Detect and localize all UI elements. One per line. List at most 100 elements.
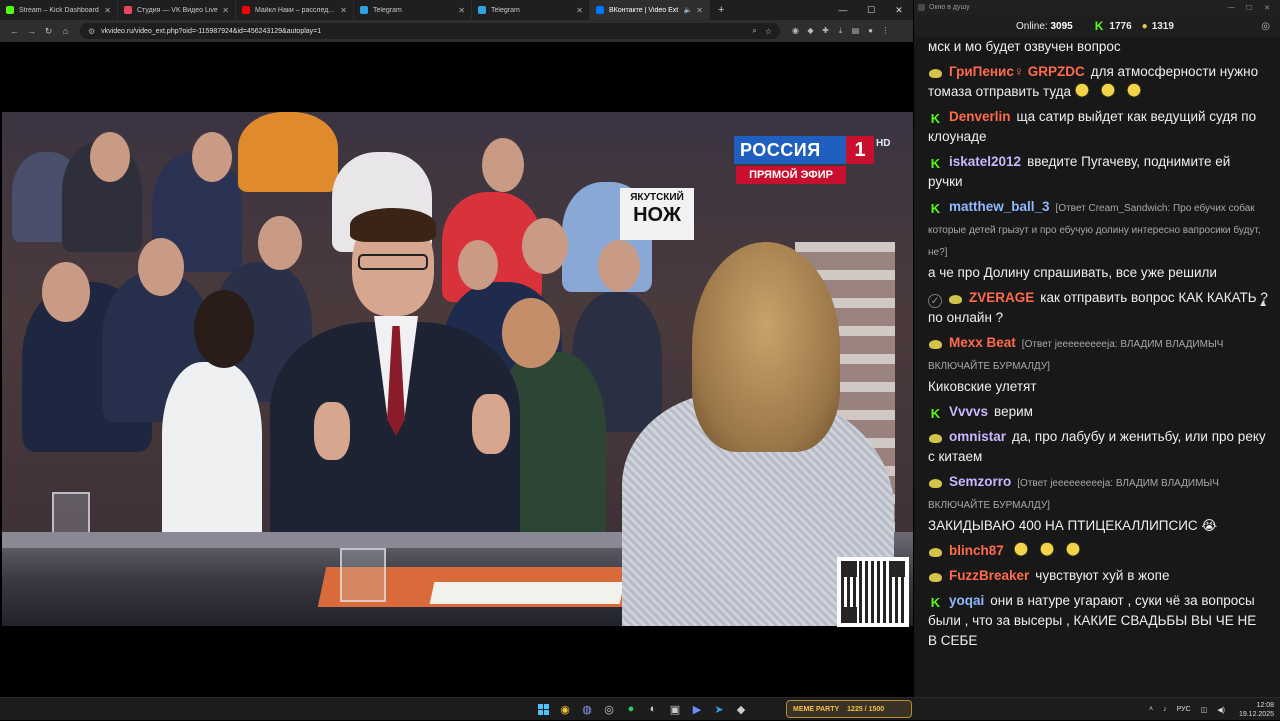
browser-tab[interactable]: Студия — VK Видео Live ✕ bbox=[118, 0, 236, 20]
steam-icon[interactable]: ◎ bbox=[598, 700, 620, 718]
site-info-icon[interactable]: ⚙ bbox=[88, 27, 95, 36]
chat-message[interactable]: мск и мо будет озвучен вопрос bbox=[928, 37, 1268, 57]
browser-tab[interactable]: Stream – Kick Dashboard ✕ bbox=[0, 0, 118, 20]
settings-icon[interactable]: ◎ bbox=[1261, 21, 1270, 32]
chat-username[interactable]: Mexx Beat bbox=[949, 335, 1016, 350]
chat-message[interactable]: K Vvvvs верим bbox=[928, 402, 1268, 422]
chat-username[interactable]: ГриПенис♀ GRPZDC bbox=[949, 64, 1085, 79]
audience-head bbox=[458, 240, 498, 290]
back-icon[interactable]: ← bbox=[6, 26, 23, 36]
chat-message[interactable]: Kyoqai они в натуре угарают , суки чё за … bbox=[928, 591, 1268, 651]
url-text: vkvideo.ru/video_ext.php?oid=-115987924&… bbox=[101, 27, 322, 35]
tab-close-icon[interactable]: ✕ bbox=[576, 6, 583, 15]
taskbar-apps: ◉ ◍ ◎ ● ◐ ▣ ▶ ➤ ◆ bbox=[532, 700, 752, 718]
minimize-icon[interactable]: — bbox=[829, 0, 857, 20]
sidebar-icon[interactable]: ▤ bbox=[848, 26, 863, 36]
volume-icon[interactable]: ◀) bbox=[1217, 706, 1225, 714]
bookmark-star-icon[interactable]: ☆ bbox=[765, 27, 772, 36]
tray-chevron-icon[interactable]: ˄ bbox=[1149, 706, 1153, 713]
tab-label: ВКонтакте | Video Ext bbox=[609, 6, 679, 14]
tab-close-icon[interactable]: ✕ bbox=[458, 6, 465, 15]
browser-tab[interactable]: Майкл Наки – расследования ✕ bbox=[236, 0, 354, 20]
video-player[interactable]: ЯКУТСКИЙ НОЖ РОССИЯ 1 HD ПРЯМОЙ ЭФИР bbox=[0, 42, 913, 697]
audience-head bbox=[194, 290, 254, 368]
tab-close-icon[interactable]: ✕ bbox=[222, 6, 229, 15]
chat-message[interactable]: K Denverlin ща сатир выйдет как ведущий су… bbox=[928, 107, 1268, 147]
chat-message[interactable]: blinch87 bbox=[928, 541, 1268, 561]
live-label: ПРЯМОЙ ЭФИР bbox=[736, 166, 846, 184]
chat-username[interactable]: Denverlin bbox=[949, 109, 1011, 124]
menu-icon[interactable]: ⋮ bbox=[878, 26, 893, 36]
tab-close-icon[interactable]: ✕ bbox=[696, 6, 703, 15]
minimize-icon[interactable]: — bbox=[1222, 4, 1240, 12]
extension-icon[interactable]: ◉ bbox=[788, 26, 803, 36]
home-icon[interactable]: ⌂ bbox=[57, 26, 74, 36]
new-tab-button[interactable]: + bbox=[718, 4, 724, 16]
zoom-icon[interactable]: ⌕ bbox=[752, 26, 756, 36]
language-indicator[interactable]: РУС bbox=[1177, 706, 1191, 713]
chat-message[interactable]: ГриПенис♀ GRPZDC для атмосферности нужно … bbox=[928, 62, 1268, 102]
extension-icon[interactable]: ◆ bbox=[803, 26, 818, 36]
media-player-icon[interactable]: ▶ bbox=[686, 700, 708, 718]
spotify-icon[interactable]: ● bbox=[620, 700, 642, 718]
chat-message[interactable]: omnistar да, про лабубу и женитьбу, или п… bbox=[928, 427, 1268, 467]
chat-username[interactable]: matthew_ball_3 bbox=[949, 199, 1050, 214]
tab-close-icon[interactable]: ✕ bbox=[340, 6, 347, 15]
browser-tab[interactable]: Telegram ✕ bbox=[472, 0, 590, 20]
chat-username[interactable]: Vvvvs bbox=[949, 404, 988, 419]
chat-window-controls: — ☐ ✕ bbox=[1222, 4, 1276, 12]
reload-icon[interactable]: ↻ bbox=[40, 26, 57, 37]
chat-message[interactable]: Mexx Beat [Ответ jeeeeeeeeeja: ВЛАДИМ ВЛА… bbox=[928, 333, 1268, 397]
microphone-icon[interactable]: ♪ bbox=[1163, 706, 1167, 713]
chat-message[interactable]: Semzorro [Ответ jeeeeeeeeeja: ВЛАДИМ ВЛАД… bbox=[928, 472, 1268, 536]
start-button[interactable] bbox=[532, 700, 554, 718]
chat-username[interactable]: FuzzBreaker bbox=[949, 568, 1029, 583]
desk-surface bbox=[2, 532, 702, 548]
chat-username[interactable]: iskatel2012 bbox=[949, 154, 1021, 169]
profile-icon[interactable]: ● bbox=[863, 26, 878, 36]
close-icon[interactable]: ✕ bbox=[1258, 4, 1276, 12]
tab-audio-icon[interactable]: 🔈 bbox=[684, 6, 693, 14]
chat-username[interactable]: blinch87 bbox=[949, 543, 1004, 558]
discord-icon[interactable]: ◍ bbox=[576, 700, 598, 718]
chat-username[interactable]: ZVERAGE bbox=[969, 290, 1034, 305]
browser-tab[interactable]: ВКонтакте | Video Ext 🔈 ✕ bbox=[590, 0, 710, 20]
chat-message-list[interactable]: мск и мо будет озвучен вопрос ГриПенис♀ G… bbox=[914, 37, 1280, 677]
puzzle-icon[interactable]: ✚ bbox=[818, 26, 833, 36]
chat-window-titlebar: Окно в душу — ☐ ✕ bbox=[914, 0, 1280, 15]
host-glasses bbox=[358, 254, 428, 270]
chat-message-text: чувствуют хуй в жопе bbox=[1035, 568, 1170, 583]
meme-party-widget[interactable]: MEME PARTY 1225 / 1500 bbox=[786, 700, 912, 718]
kick-badge-icon: K bbox=[930, 406, 941, 421]
chrome-icon[interactable]: ◉ bbox=[554, 700, 576, 718]
chat-message[interactable]: Kmatthew_ball_3 [Ответ Cream_Sandwich: Пр… bbox=[928, 197, 1268, 283]
chat-username[interactable]: yoqai bbox=[949, 593, 984, 608]
address-bar[interactable]: ⚙ vkvideo.ru/video_ext.php?oid=-11598792… bbox=[80, 23, 780, 39]
chat-username[interactable]: Semzorro bbox=[949, 474, 1011, 489]
chat-message[interactable]: Kiskatel2012 введите Пугачеву, поднимите … bbox=[928, 152, 1268, 192]
chat-window-title: Окно в душу bbox=[929, 4, 970, 11]
forward-icon[interactable]: → bbox=[23, 26, 40, 36]
chat-message[interactable]: ✓ ZVERAGE как отправить вопрос КАК КАКАТЬ … bbox=[928, 288, 1268, 328]
network-icon[interactable]: ◫ bbox=[1201, 706, 1208, 714]
app-icon[interactable]: ▣ bbox=[664, 700, 686, 718]
browser-tab[interactable]: Telegram ✕ bbox=[354, 0, 472, 20]
kick-badge-icon: K bbox=[930, 156, 941, 171]
browser-window: Stream – Kick Dashboard ✕ Студия — VK Виде… bbox=[0, 0, 913, 697]
clock[interactable]: 12:08 19.12.2025 bbox=[1239, 701, 1274, 719]
telegram-icon[interactable]: ➤ bbox=[708, 700, 730, 718]
maximize-icon[interactable]: ☐ bbox=[1240, 4, 1258, 12]
maximize-icon[interactable]: ☐ bbox=[857, 0, 885, 20]
download-icon[interactable]: ⤓ bbox=[833, 26, 848, 36]
video-frame[interactable]: ЯКУТСКИЙ НОЖ РОССИЯ 1 HD ПРЯМОЙ ЭФИР bbox=[2, 112, 913, 626]
app-icon[interactable]: ◆ bbox=[730, 700, 752, 718]
tab-close-icon[interactable]: ✕ bbox=[104, 6, 111, 15]
obs-icon[interactable]: ◐ bbox=[642, 700, 664, 718]
close-icon[interactable]: ✕ bbox=[885, 0, 913, 20]
subscriber-badge-icon bbox=[928, 431, 943, 446]
kick-badge-icon: K bbox=[930, 111, 941, 126]
chat-message[interactable]: FuzzBreaker чувствуют хуй в жопе bbox=[928, 566, 1268, 586]
emote-icon bbox=[1071, 82, 1094, 100]
chat-username[interactable]: omnistar bbox=[949, 429, 1006, 444]
tab-favicon-icon bbox=[478, 6, 486, 14]
